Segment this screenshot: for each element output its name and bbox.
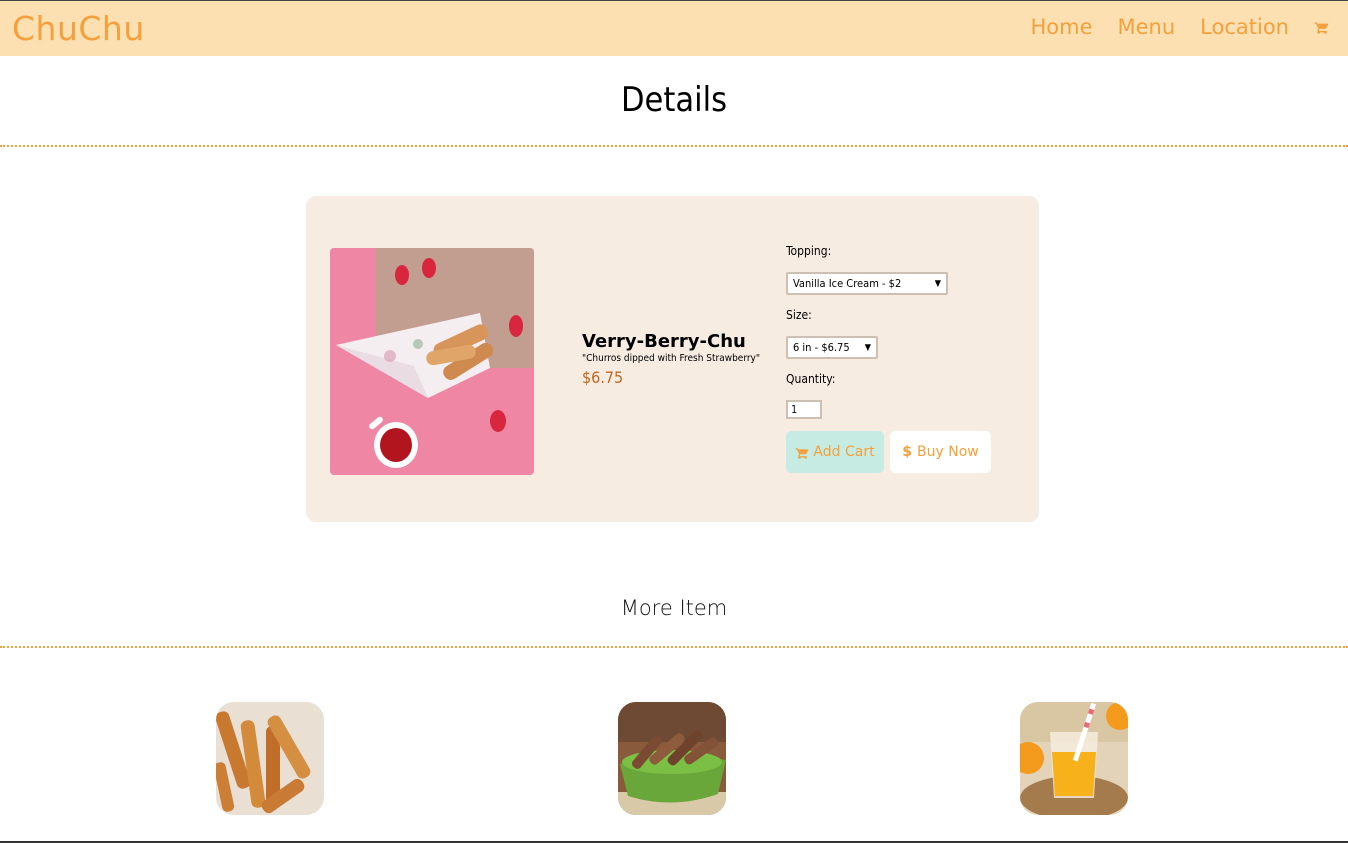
add-cart-button[interactable]: Add Cart	[786, 431, 884, 473]
product-info: Verry-Berry-Chu "Churros dipped with Fre…	[582, 330, 772, 387]
add-cart-label: Add Cart	[813, 444, 875, 460]
nav-link-home[interactable]: Home	[1030, 15, 1092, 39]
cart-icon	[796, 447, 810, 459]
dollar-icon: $	[902, 444, 913, 460]
topping-select[interactable]: Vanilla Ice Cream - $2 ▼	[786, 272, 948, 295]
cart-icon[interactable]	[1314, 19, 1330, 35]
page-title: Details	[620, 80, 728, 120]
orange-juice-photo[interactable]	[1020, 702, 1128, 815]
product-detail-card: Verry-Berry-Chu "Churros dipped with Fre…	[306, 196, 1039, 522]
nav-link-menu[interactable]: Menu	[1118, 15, 1176, 39]
nav-links: Home Menu Location	[1005, 15, 1330, 39]
order-form: Topping: Vanilla Ice Cream - $2 ▼ Size: …	[786, 242, 1026, 473]
chevron-down-icon: ▼	[934, 278, 941, 289]
section-divider	[0, 646, 1348, 648]
nav-link-location[interactable]: Location	[1200, 15, 1289, 39]
action-buttons: Add Cart $ Buy Now	[786, 431, 1026, 473]
topping-select-value: Vanilla Ice Cream - $2	[793, 277, 902, 290]
chevron-down-icon: ▼	[864, 342, 871, 353]
navbar: ChuChu Home Menu Location	[0, 0, 1348, 56]
size-select[interactable]: 6 in - $6.75 ▼	[786, 336, 878, 359]
churros-photo[interactable]	[216, 702, 324, 815]
size-label: Size:	[786, 308, 812, 322]
product-price: $6.75	[582, 368, 624, 387]
section-divider	[0, 145, 1348, 147]
quantity-label: Quantity:	[786, 372, 836, 386]
brand-logo[interactable]: ChuChu	[12, 9, 145, 48]
churro-strawberry-photo	[330, 248, 534, 475]
product-description: "Churros dipped with Fresh Strawberry"	[582, 353, 760, 364]
buy-now-button[interactable]: $ Buy Now	[890, 431, 991, 473]
buy-now-label: Buy Now	[917, 444, 979, 460]
quantity-input[interactable]: 1	[786, 400, 822, 419]
topping-label: Topping:	[786, 244, 832, 258]
churro-bowl-photo[interactable]	[618, 702, 726, 815]
more-items-title: More Item	[620, 596, 728, 620]
size-select-value: 6 in - $6.75	[793, 341, 850, 354]
product-name: Verry-Berry-Chu	[582, 331, 746, 352]
